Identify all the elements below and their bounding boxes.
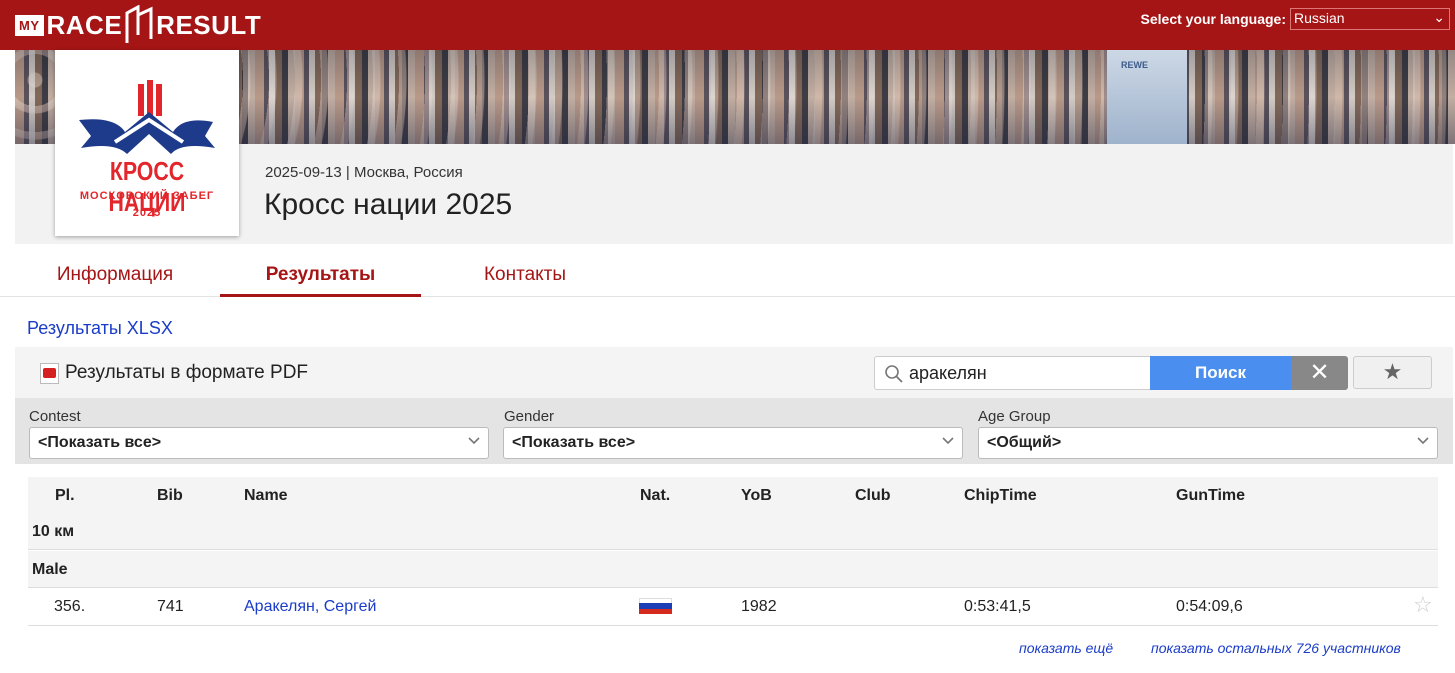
clear-search-button[interactable]: ✕ <box>1291 356 1348 390</box>
top-bar: MY RACE RESULT Select your language: Rus… <box>0 0 1455 50</box>
tab-contacts[interactable]: Контакты <box>430 264 620 297</box>
cell-bib: 741 <box>157 598 184 615</box>
contest-filter-select[interactable]: <Показать все> <box>29 427 489 459</box>
event-date-location: 2025-09-13 | Москва, Россия <box>265 164 463 181</box>
age-group-filter-value: <Общий> <box>987 434 1062 451</box>
favorite-star-icon[interactable]: ☆ <box>1413 593 1433 618</box>
language-selector: Select your language: Russian ⌄ <box>1141 8 1450 30</box>
column-place[interactable]: Pl. <box>55 487 75 505</box>
pdf-icon <box>40 362 59 384</box>
pdf-link-label: Результаты в формате PDF <box>65 362 309 383</box>
gender-filter-label: Gender <box>504 408 555 425</box>
contest-group-label: 10 км <box>32 523 75 540</box>
age-group-filter-select[interactable]: <Общий> <box>978 427 1438 459</box>
column-yob[interactable]: YoB <box>741 487 772 505</box>
event-title: Кросс нации 2025 <box>264 188 513 221</box>
show-rest-link[interactable]: показать остальных 726 участников <box>1151 640 1401 656</box>
cell-guntime: 0:54:09,6 <box>1176 598 1243 615</box>
age-group-filter-label: Age Group <box>978 408 1051 425</box>
tab-results[interactable]: Результаты <box>220 264 421 297</box>
cell-chiptime: 0:53:41,5 <box>964 598 1031 615</box>
cell-yob: 1982 <box>741 598 777 615</box>
show-more-link[interactable]: показать ещё <box>1019 640 1113 656</box>
cell-name-link[interactable]: Аракелян, Сергей <box>244 598 376 616</box>
tab-bar: Информация Результаты Контакты <box>0 244 1455 297</box>
logo-flag-icon <box>125 5 153 43</box>
russia-flag-icon <box>639 598 672 614</box>
search-icon <box>885 365 903 383</box>
contest-filter-value: <Показать все> <box>38 434 162 451</box>
logo-year: 2025 <box>132 207 162 219</box>
chevron-down-icon <box>1417 437 1429 445</box>
column-chiptime[interactable]: ChipTime <box>964 487 1037 505</box>
column-name[interactable]: Name <box>244 487 288 505</box>
logo-result: RESULT <box>156 9 262 40</box>
search-field[interactable] <box>874 356 1151 390</box>
myraceresult-logo[interactable]: MY RACE RESULT <box>15 4 261 46</box>
column-club[interactable]: Club <box>855 487 891 505</box>
logo-subtitle: МОСКОВСКИЙ ЗАБЕГ <box>79 190 215 202</box>
language-label: Select your language: <box>1140 11 1286 27</box>
language-select[interactable]: Russian ⌄ <box>1290 8 1450 30</box>
column-bib[interactable]: Bib <box>157 487 183 505</box>
gender-group-label: Male <box>32 561 68 578</box>
chevron-down-icon: ⌄ <box>1433 9 1445 25</box>
cell-place: 356. <box>54 598 86 615</box>
contest-filter-label: Contest <box>29 408 81 425</box>
search-input[interactable] <box>909 362 1145 384</box>
event-logo: КРОСС НАЦИИ МОСКОВСКИЙ ЗАБЕГ 2025 <box>55 50 239 236</box>
gender-group-row <box>28 551 1438 588</box>
column-guntime[interactable]: GunTime <box>1176 487 1245 505</box>
column-nationality[interactable]: Nat. <box>640 487 670 505</box>
language-value: Russian <box>1294 10 1345 26</box>
pdf-results-link[interactable]: Результаты в формате PDF <box>40 362 308 384</box>
gender-filter-value: <Показать все> <box>512 434 636 451</box>
chevron-down-icon <box>942 437 954 445</box>
search-button[interactable]: Поиск <box>1150 356 1291 390</box>
xlsx-results-link[interactable]: Результаты XLSX <box>27 318 173 339</box>
chevron-down-icon <box>468 437 480 445</box>
tab-information[interactable]: Информация <box>20 264 210 297</box>
favorites-star-button[interactable]: ★ <box>1353 356 1432 389</box>
gender-filter-select[interactable]: <Показать все> <box>503 427 963 459</box>
logo-my: MY <box>15 14 44 36</box>
logo-race: RACE <box>46 9 123 40</box>
